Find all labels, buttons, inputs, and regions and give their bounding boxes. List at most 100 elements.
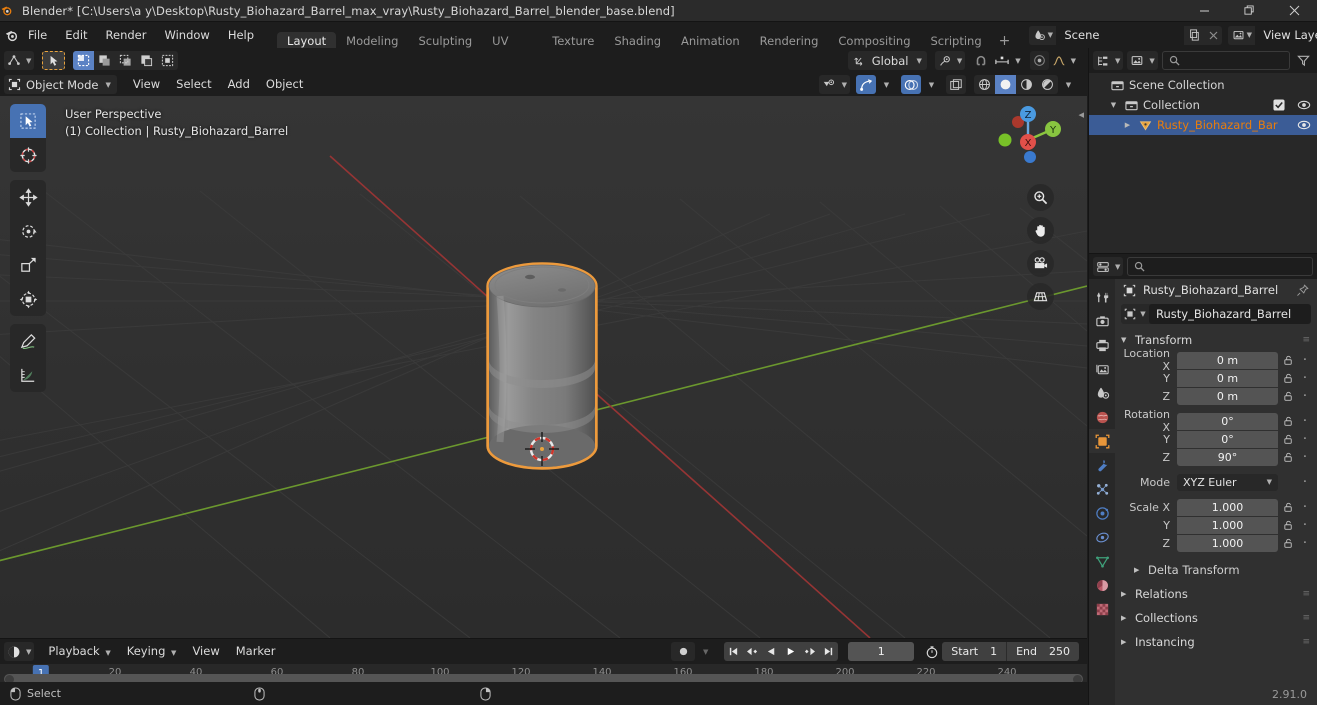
select-intersect-icon[interactable] <box>157 51 178 70</box>
tab-material-icon[interactable] <box>1089 573 1115 597</box>
gizmo-dropdown[interactable]: ▼ <box>876 75 895 94</box>
current-frame-field[interactable]: 1 <box>848 642 915 661</box>
object-mode-dropdown[interactable]: Object Mode ▼ <box>4 75 117 94</box>
annotate-tool[interactable] <box>10 324 46 358</box>
transform-orientation-dropdown[interactable]: Global ▼ <box>847 51 927 70</box>
viewport-menu-select[interactable]: Select <box>168 75 219 94</box>
auto-keyframe-toggle[interactable] <box>671 642 696 661</box>
view-layer-name-field[interactable]: View Layer <box>1255 25 1317 45</box>
outliner-filter-icon[interactable] <box>1294 51 1313 70</box>
animate-property-dot[interactable]: · <box>1298 371 1312 386</box>
timeline-editor-type-button[interactable]: ▼ <box>4 642 35 661</box>
jump-to-end-button[interactable] <box>819 642 838 661</box>
rotation-y-value[interactable]: 0° <box>1177 430 1278 448</box>
outliner-search-input[interactable] <box>1161 51 1290 70</box>
camera-icon[interactable] <box>1027 250 1054 277</box>
menu-render[interactable]: Render <box>97 25 156 45</box>
measure-tool[interactable] <box>10 358 46 392</box>
rotation-x-value[interactable]: 0° <box>1177 412 1278 430</box>
add-workspace-button[interactable]: + <box>992 33 1018 49</box>
rotation-z-value[interactable]: 90° <box>1177 448 1278 466</box>
scale-z-value[interactable]: 1.000 <box>1177 534 1278 552</box>
viewport-sidebar-collapse-arrow[interactable]: ◂ <box>1078 108 1084 121</box>
next-keyframe-button[interactable] <box>800 642 819 661</box>
menu-window[interactable]: Window <box>155 25 218 45</box>
instancing-panel[interactable]: ▶ Instancing ≡ <box>1115 632 1317 652</box>
panel-expand-arrow[interactable]: ▼ <box>1121 336 1129 344</box>
jump-to-start-button[interactable] <box>724 642 743 661</box>
xray-toggle[interactable] <box>946 75 966 94</box>
scale-y-value[interactable]: 1.000 <box>1177 516 1278 534</box>
overlays-toggle[interactable] <box>901 75 921 94</box>
eye-icon[interactable] <box>1297 118 1311 132</box>
animate-property-dot[interactable]: · <box>1298 389 1312 404</box>
shading-dropdown[interactable]: ▼ <box>1058 75 1077 94</box>
view-layer-icon[interactable]: ▼ <box>1228 25 1256 45</box>
lock-icon[interactable] <box>1278 355 1298 366</box>
lock-icon[interactable] <box>1278 452 1298 463</box>
outliner-row-collection[interactable]: ▼ Collection <box>1089 95 1317 115</box>
pan-hand-icon[interactable] <box>1027 217 1054 244</box>
transform-tool[interactable] <box>10 282 46 316</box>
panel-expand-arrow[interactable]: ▶ <box>1134 566 1142 574</box>
play-button[interactable] <box>781 642 800 661</box>
tab-particles-icon[interactable] <box>1089 477 1115 501</box>
minimize-button[interactable] <box>1182 0 1227 22</box>
lock-icon[interactable] <box>1278 373 1298 384</box>
tab-texture-icon[interactable] <box>1089 597 1115 621</box>
editor-type-button[interactable]: ▼ <box>4 51 35 70</box>
tab-world-icon[interactable] <box>1089 405 1115 429</box>
solid-shading-icon[interactable] <box>995 75 1016 94</box>
maximize-button[interactable] <box>1227 0 1272 22</box>
blender-menu-icon[interactable] <box>4 22 19 48</box>
animate-property-dot[interactable]: · <box>1298 518 1312 533</box>
expand-arrow[interactable]: ▼ <box>1107 101 1120 109</box>
tab-physics-icon[interactable] <box>1089 501 1115 525</box>
timeline-menu-playback[interactable]: Playback ▼ <box>40 642 118 661</box>
end-frame-field[interactable]: End 250 <box>1007 642 1079 661</box>
menu-file[interactable]: File <box>19 25 56 45</box>
snap-magnet-icon[interactable] <box>971 51 991 70</box>
viewport-menu-view[interactable]: View <box>125 75 168 94</box>
menu-edit[interactable]: Edit <box>56 25 96 45</box>
lock-icon[interactable] <box>1278 391 1298 402</box>
close-button[interactable] <box>1272 0 1317 22</box>
move-tool[interactable] <box>10 180 46 214</box>
select-difference-icon[interactable] <box>136 51 157 70</box>
object-name-input[interactable]: Rusty_Biohazard_Barrel <box>1149 304 1311 324</box>
viewport-menu-object[interactable]: Object <box>258 75 311 94</box>
collections-panel[interactable]: ▶ Collections ≡ <box>1115 608 1317 628</box>
menu-help[interactable]: Help <box>219 25 263 45</box>
tab-modifier-icon[interactable] <box>1089 453 1115 477</box>
transform-panel-header[interactable]: ▼ Transform ≡ <box>1115 330 1317 350</box>
checkbox-enabled[interactable] <box>1273 99 1285 111</box>
outliner-display-mode-button[interactable]: ▼ <box>1127 51 1158 70</box>
properties-search-input[interactable] <box>1127 257 1313 276</box>
timeline-menu-view[interactable]: View <box>184 642 227 661</box>
location-x-value[interactable]: 0 m <box>1177 351 1278 369</box>
tab-tool-icon[interactable] <box>1089 285 1115 309</box>
eye-icon[interactable] <box>1297 98 1311 112</box>
zoom-icon[interactable] <box>1027 184 1054 211</box>
play-reverse-button[interactable] <box>762 642 781 661</box>
prev-keyframe-button[interactable] <box>743 642 762 661</box>
tab-scene-icon[interactable] <box>1089 381 1115 405</box>
pivot-point-dropdown[interactable]: ▼ <box>934 51 966 70</box>
properties-editor-type-button[interactable]: ▼ <box>1093 257 1124 276</box>
snap-settings-dropdown[interactable]: ▼ <box>991 51 1023 70</box>
viewport-nav-gizmo[interactable]: Z Y X <box>991 100 1065 174</box>
tab-view-layer-icon[interactable] <box>1089 357 1115 381</box>
panel-expand-arrow[interactable]: ▶ <box>1121 614 1129 622</box>
lock-icon[interactable] <box>1278 416 1298 427</box>
proportional-edit-toggle[interactable] <box>1029 51 1049 70</box>
visibility-dropdown[interactable]: ▼ <box>818 75 850 94</box>
object-icon[interactable]: ▼ <box>1121 304 1149 324</box>
ortho-grid-icon[interactable] <box>1027 283 1054 310</box>
scale-x-value[interactable]: 1.000 <box>1177 498 1278 516</box>
tweak-tool-header-button[interactable] <box>42 51 66 70</box>
lock-icon[interactable] <box>1278 502 1298 513</box>
lock-icon[interactable] <box>1278 520 1298 531</box>
animate-property-dot[interactable]: · <box>1298 432 1312 447</box>
animate-property-dot[interactable]: · <box>1298 414 1312 429</box>
select-subtract-icon[interactable] <box>115 51 136 70</box>
